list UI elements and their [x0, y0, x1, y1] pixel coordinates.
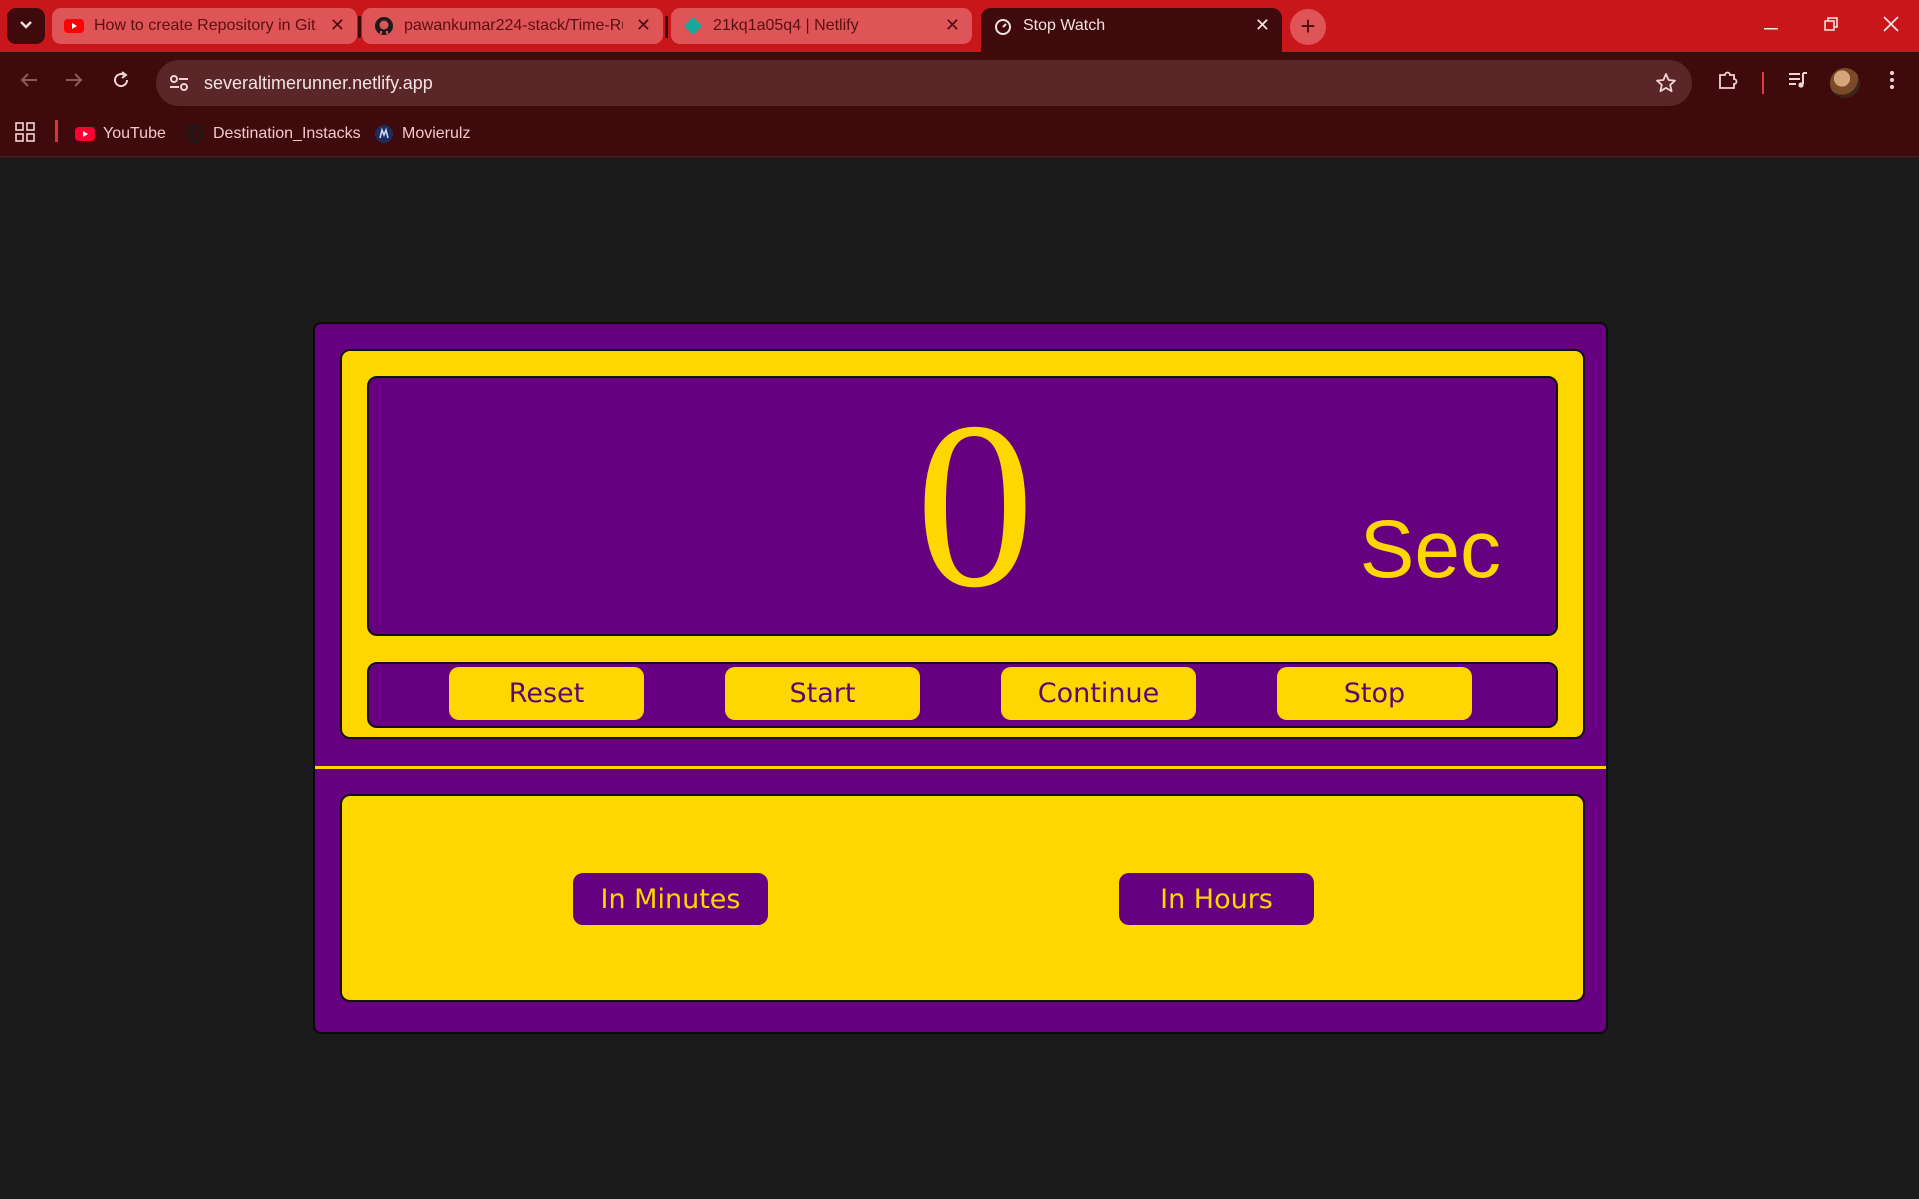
tab-netlify[interactable]: 21kq1a05q4 | Netlify ✕ [671, 8, 972, 44]
globe-icon [185, 124, 205, 144]
movierulz-icon [374, 124, 394, 144]
new-tab-button[interactable]: + [1290, 9, 1326, 45]
apps-grid-icon [15, 121, 35, 147]
reload-icon [112, 70, 130, 94]
tab-title: 21kq1a05q4 | Netlify [713, 17, 859, 34]
close-icon[interactable]: ✕ [330, 15, 345, 35]
minimize-button[interactable] [1741, 0, 1801, 52]
more-vertical-icon [1889, 70, 1895, 95]
forward-button[interactable] [58, 66, 90, 98]
tab-strip: How to create Repository in Git ✕ pawank… [0, 0, 1919, 52]
in-hours-button[interactable]: In Hours [1119, 873, 1314, 925]
chevron-down-icon [19, 17, 33, 35]
bookmarks-divider [55, 120, 58, 142]
bookmark-youtube[interactable]: YouTube [75, 122, 166, 146]
reset-button[interactable]: Reset [449, 667, 644, 720]
close-icon[interactable]: ✕ [636, 15, 651, 35]
browser-menu-button[interactable] [1876, 66, 1908, 98]
bookmark-destination-instacks[interactable]: Destination_Instacks [185, 122, 361, 146]
stopwatch-icon [993, 17, 1013, 35]
close-icon[interactable]: ✕ [1255, 15, 1270, 35]
bookmark-label: Destination_Instacks [213, 125, 361, 142]
tab-separator [665, 16, 668, 38]
media-control-button[interactable] [1782, 66, 1814, 98]
site-info-icon[interactable] [166, 70, 192, 96]
close-icon[interactable]: ✕ [945, 15, 960, 35]
address-bar[interactable]: severaltimerunner.netlify.app [156, 60, 1692, 106]
time-unit-label: Sec [1359, 504, 1501, 595]
timer-display: 0 Sec [367, 376, 1558, 636]
github-icon [374, 17, 394, 35]
tab-search-button[interactable] [7, 8, 45, 44]
section-divider [315, 766, 1606, 769]
apps-button[interactable] [15, 121, 35, 147]
timer-panel: 0 Sec Reset Start Continue Stop [340, 349, 1585, 739]
tab-separator [358, 16, 361, 38]
bookmark-label: YouTube [103, 125, 166, 142]
stop-button[interactable]: Stop [1277, 667, 1472, 720]
minimize-icon [1764, 17, 1778, 35]
queue-music-icon [1787, 70, 1809, 95]
controls-bar: Reset Start Continue Stop [367, 662, 1558, 728]
start-button[interactable]: Start [725, 667, 920, 720]
elapsed-value: 0 [915, 374, 1035, 637]
netlify-icon [683, 17, 703, 35]
bookmark-movierulz[interactable]: Movierulz [374, 122, 470, 146]
bookmark-label: Movierulz [402, 125, 471, 142]
browser-toolbar: severaltimerunner.netlify.app [0, 52, 1919, 112]
tab-youtube-repository[interactable]: How to create Repository in Git ✕ [52, 8, 357, 44]
tab-title: How to create Repository in Git [94, 17, 316, 34]
window-close-button[interactable] [1861, 0, 1919, 52]
tab-title: Stop Watch [1023, 17, 1106, 34]
bookmarks-bar: YouTube Destination_Instacks Movierulz [0, 112, 1919, 157]
profile-avatar[interactable] [1830, 68, 1860, 98]
puzzle-icon [1717, 69, 1739, 96]
in-minutes-button[interactable]: In Minutes [573, 873, 768, 925]
conversion-panel: In Minutes In Hours [340, 794, 1585, 1002]
toolbar-divider [1762, 72, 1764, 94]
back-button[interactable] [13, 66, 45, 98]
youtube-icon [75, 124, 95, 144]
bookmark-star-icon[interactable] [1654, 71, 1678, 95]
reload-button[interactable] [105, 66, 137, 98]
tab-github-repo[interactable]: pawankumar224-stack/Time-Ru ✕ [362, 8, 663, 44]
youtube-icon [64, 17, 84, 35]
restore-icon [1824, 16, 1838, 36]
stopwatch-app: 0 Sec Reset Start Continue Stop In Minut… [313, 322, 1608, 1034]
arrow-right-icon [65, 72, 83, 93]
arrow-left-icon [20, 72, 38, 93]
close-icon [1883, 15, 1899, 37]
extensions-button[interactable] [1712, 66, 1744, 98]
tab-title: pawankumar224-stack/Time-Ru [404, 17, 623, 34]
url-text: severaltimerunner.netlify.app [204, 73, 433, 93]
tab-stop-watch[interactable]: Stop Watch ✕ [981, 8, 1282, 52]
restore-button[interactable] [1801, 0, 1861, 52]
continue-button[interactable]: Continue [1001, 667, 1196, 720]
